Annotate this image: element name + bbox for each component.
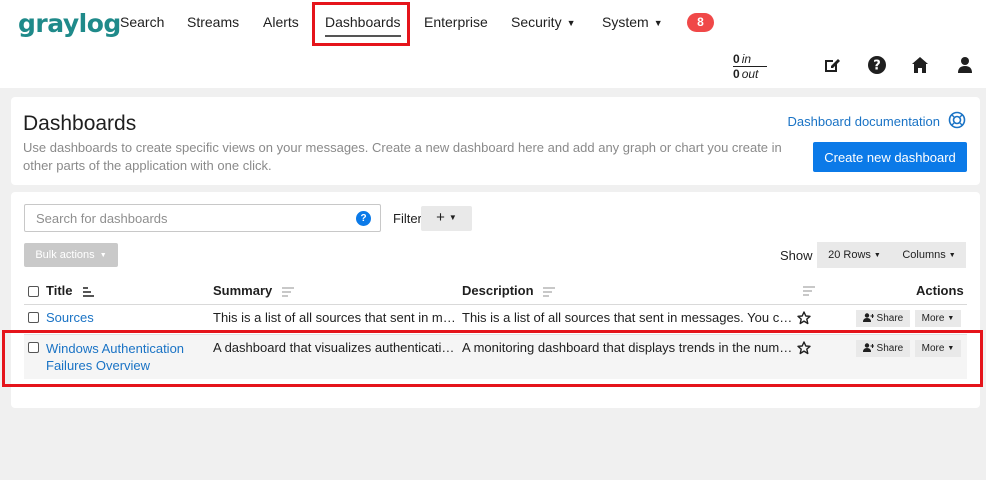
home-icon[interactable] bbox=[910, 55, 930, 75]
notifications-badge[interactable]: 8 bbox=[687, 13, 714, 32]
nav-enterprise[interactable]: Enterprise bbox=[424, 14, 488, 30]
create-new-dashboard-button[interactable]: Create new dashboard bbox=[813, 142, 967, 172]
add-filter-button[interactable]: + ▼ bbox=[421, 206, 472, 231]
sort-icon[interactable] bbox=[543, 286, 556, 297]
dashboards-header-card: Dashboards Use dashboards to create spec… bbox=[11, 97, 980, 185]
bulk-actions-button[interactable]: Bulk actions ▼ bbox=[24, 243, 118, 267]
sort-ascending-icon[interactable] bbox=[82, 286, 95, 297]
row-checkbox[interactable] bbox=[28, 312, 39, 323]
page-description: Use dashboards to create specific views … bbox=[23, 140, 782, 173]
select-all-checkbox[interactable] bbox=[28, 286, 39, 297]
column-header-description[interactable]: Description bbox=[462, 283, 556, 298]
rows-per-page-select[interactable]: 20 Rows ▼ bbox=[817, 242, 892, 268]
favorite-sort-icon[interactable] bbox=[803, 286, 815, 296]
nav-alerts[interactable]: Alerts bbox=[263, 14, 299, 30]
column-title-label: Title bbox=[46, 283, 73, 298]
more-actions-button[interactable]: More ▼ bbox=[915, 310, 961, 327]
throughput-in-unit: in bbox=[741, 52, 752, 66]
column-summary-label: Summary bbox=[213, 283, 273, 298]
column-header-summary[interactable]: Summary bbox=[213, 283, 294, 298]
search-input[interactable] bbox=[36, 205, 336, 231]
dashboard-documentation-link[interactable]: Dashboard documentation bbox=[788, 114, 941, 129]
nav-security-label: Security bbox=[511, 14, 562, 30]
column-header-actions: Actions bbox=[916, 283, 964, 298]
help-icon[interactable]: ? bbox=[867, 55, 887, 75]
throughput-in-value: 0 bbox=[733, 52, 740, 66]
row-highlight-box bbox=[2, 330, 983, 387]
more-label: More bbox=[921, 313, 945, 324]
columns-select[interactable]: Columns ▼ bbox=[892, 242, 966, 268]
rows-per-page-label: 20 Rows bbox=[828, 249, 871, 261]
nav-search[interactable]: Search bbox=[120, 14, 164, 30]
plus-icon: + bbox=[436, 209, 445, 226]
nav-system[interactable]: System ▼ bbox=[602, 14, 663, 30]
dashboard-description: This is a list of all sources that sent … bbox=[462, 310, 795, 325]
graylog-logo[interactable]: graylog bbox=[18, 9, 121, 38]
sort-icon[interactable] bbox=[281, 286, 294, 297]
throughput-out-value: 0 bbox=[733, 67, 740, 81]
caret-down-icon: ▼ bbox=[873, 252, 881, 259]
nav-streams[interactable]: Streams bbox=[187, 14, 239, 30]
show-label: Show bbox=[780, 248, 813, 263]
caret-down-icon: ▼ bbox=[448, 213, 457, 222]
column-description-label: Description bbox=[462, 283, 534, 298]
dashboard-summary: This is a list of all sources that sent … bbox=[213, 310, 456, 325]
caret-down-icon: ▼ bbox=[566, 18, 576, 28]
column-header-title[interactable]: Title bbox=[46, 283, 95, 298]
page-title: Dashboards bbox=[23, 112, 137, 135]
search-box: ? bbox=[24, 204, 381, 232]
columns-label: Columns bbox=[902, 249, 946, 261]
header-divider bbox=[24, 304, 967, 305]
caret-down-icon: ▼ bbox=[947, 315, 955, 322]
nav-dashboards-highlight bbox=[312, 2, 410, 46]
top-navbar: graylog Search Streams Alerts Dashboards… bbox=[0, 0, 986, 88]
add-user-icon bbox=[862, 313, 875, 322]
caret-down-icon: ▼ bbox=[948, 252, 956, 259]
throughput-out-unit: out bbox=[741, 67, 759, 81]
nav-system-label: System bbox=[602, 14, 649, 30]
bulk-actions-label: Bulk actions bbox=[35, 249, 95, 261]
dashboard-title-link[interactable]: Sources bbox=[46, 310, 206, 325]
search-help-icon[interactable]: ? bbox=[356, 211, 371, 226]
throughput-indicator[interactable]: 0 in 0 out bbox=[733, 53, 771, 80]
share-button[interactable]: Share bbox=[856, 310, 910, 327]
edit-icon[interactable] bbox=[822, 55, 842, 75]
share-label: Share bbox=[876, 313, 904, 324]
caret-down-icon: ▼ bbox=[99, 252, 107, 259]
user-icon[interactable] bbox=[955, 55, 975, 75]
svg-text:?: ? bbox=[873, 59, 881, 74]
caret-down-icon: ▼ bbox=[653, 18, 663, 28]
nav-security[interactable]: Security ▼ bbox=[511, 14, 576, 30]
star-icon[interactable] bbox=[797, 311, 811, 325]
lifebuoy-icon[interactable] bbox=[948, 111, 966, 129]
